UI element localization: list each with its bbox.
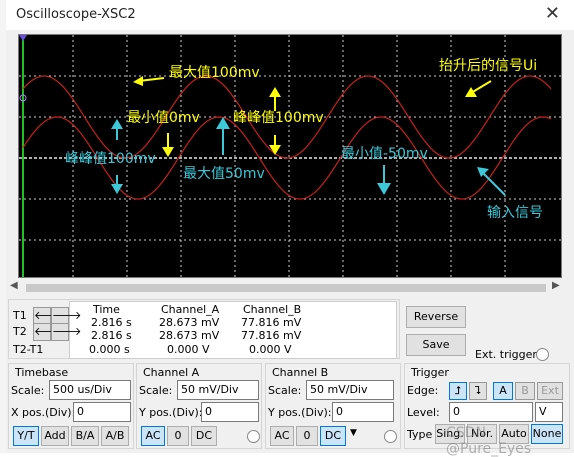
channel-b-ypos-input[interactable]: 0 (332, 402, 394, 422)
trigger-title: Trigger (411, 366, 449, 379)
readout-t2-b: 77.816 mV (241, 329, 302, 342)
watermark: CSDN @Pure_Eyes (446, 425, 532, 457)
trigger-level-label: Level: (407, 406, 440, 419)
horizontal-scrollbar[interactable]: ◀ ▶ (6, 280, 570, 296)
readout-header-a: Channel_A (161, 303, 220, 316)
annotation-raised-signal: 抬升后的信号Ui (439, 58, 538, 74)
row-label-t2: T2 (13, 325, 27, 338)
channel-b-scale-label: Scale: (268, 384, 302, 397)
readout-header-b: Channel_B (243, 303, 302, 316)
ext-trigger-label: Ext. trigger (475, 348, 537, 361)
readout-diff-time: 0.000 s (89, 343, 130, 356)
channel-b-ac-button[interactable]: AC (270, 426, 294, 446)
arrow-raised (470, 80, 492, 94)
row-label-t2-t1: T2-T1 (13, 343, 44, 356)
save-button[interactable]: Save (406, 334, 466, 356)
arrow-head-icon (377, 183, 391, 195)
readout-t2-time: 2.816 s (91, 329, 132, 342)
mode-ab-button[interactable]: A/B (101, 426, 129, 446)
timebase-scale-input[interactable]: 500 us/Div (49, 380, 131, 400)
timebase-scale-label: Scale: (11, 384, 45, 397)
cursor-t1-handle-icon[interactable] (19, 35, 27, 41)
channel-a-zero-button[interactable]: 0 (167, 426, 189, 446)
rising-edge-icon[interactable]: ⮥ (449, 382, 467, 400)
arrow-head-icon (111, 119, 123, 129)
mode-yt-button[interactable]: Y/T (13, 426, 39, 446)
channel-a-ypos-label: Y pos.(Div): (139, 406, 203, 419)
arrow-head-icon (162, 147, 174, 157)
dropdown-icon[interactable]: ▼ (350, 428, 357, 438)
annotation-min-neg50: 最小值-50mv (341, 146, 428, 162)
channel-a-title: Channel A (143, 366, 200, 379)
channel-b-scale-input[interactable]: 50 mV/Div (306, 380, 394, 400)
timebase-group: Timebase Scale: 500 us/Div X pos.(Div): … (8, 363, 134, 449)
source-ext-button[interactable]: Ext (537, 382, 563, 400)
scroll-thumb[interactable] (26, 284, 546, 292)
close-icon[interactable]: ✕ (545, 3, 560, 24)
source-a-button[interactable]: A (493, 382, 513, 400)
channel-a-group: Channel A Scale: 50 mV/Div Y pos.(Div): … (136, 363, 262, 449)
channel-a-ypos-input[interactable]: 0 (201, 402, 259, 422)
oscilloscope-window: Oscilloscope-XSC2 ✕ 最大值100mv 最小值0mv 峰峰值1… (6, 0, 574, 457)
arrow-head-icon (133, 76, 143, 86)
annotation-input-signal: 输入信号 (487, 205, 543, 221)
channel-a-scale-input[interactable]: 50 mV/Div (177, 380, 259, 400)
scroll-right-icon[interactable]: ▶ (552, 280, 560, 291)
timebase-xpos-input[interactable]: 0 (73, 402, 131, 422)
annotation-p2p-right: 峰峰值100mv (233, 110, 324, 126)
title-bar: Oscilloscope-XSC2 ✕ (6, 0, 574, 30)
trigger-level-input[interactable]: 0 (449, 402, 533, 422)
channel-a-radio[interactable] (247, 430, 260, 443)
readout-diff-b: 0.000 V (249, 343, 292, 356)
channel-b-title: Channel B (272, 366, 329, 379)
arrow-head-icon (111, 184, 123, 194)
mode-add-button[interactable]: Add (41, 426, 69, 446)
trigger-level-unit[interactable]: V (535, 402, 563, 422)
row-label-t1: T1 (13, 309, 27, 322)
readout-t1-b: 77.816 mV (241, 316, 302, 329)
readout-t1-time: 2.816 s (91, 316, 132, 329)
annotation-max-50: 最大值50mv (183, 166, 265, 182)
channel-b-group: Channel B Scale: 50 mV/Div Y pos.(Div): … (265, 363, 401, 449)
readout-diff-a: 0.000 V (167, 343, 210, 356)
trigger-type-label: Type (407, 428, 433, 441)
window-title: Oscilloscope-XSC2 (16, 7, 136, 22)
t2-right-arrow-icon[interactable]: 🡒 (51, 323, 82, 341)
annotation-arrows (111, 76, 506, 196)
t2-left-arrow-icon[interactable]: 🡐 (33, 323, 64, 341)
mode-ba-button[interactable]: B/A (71, 426, 99, 446)
arrow-head-icon (216, 117, 230, 129)
channel-a-ac-button[interactable]: AC (141, 426, 165, 446)
annotation-max-100: 最大值100mv (169, 65, 260, 81)
arrow-head-icon (269, 87, 281, 97)
source-b-button[interactable]: B (515, 382, 535, 400)
arrow-head-icon (465, 87, 477, 97)
cursor-readout-panel: Time Channel_A Channel_B T1 🡐 🡒 2.816 s … (8, 299, 400, 359)
channel-b-ypos-label: Y pos.(Div): (268, 406, 332, 419)
reverse-button[interactable]: Reverse (406, 306, 466, 328)
channel-b-radio[interactable] (384, 430, 397, 443)
channel-a-dc-button[interactable]: DC (191, 426, 217, 446)
falling-edge-icon[interactable]: ⮧ (469, 382, 487, 400)
trigger-edge-label: Edge: (407, 384, 439, 397)
scroll-left-icon[interactable]: ◀ (10, 280, 18, 291)
ext-trigger-radio[interactable] (536, 348, 549, 361)
arrow-input (482, 172, 506, 196)
timebase-title: Timebase (15, 366, 69, 379)
annotation-min-0: 最小值0mv (127, 110, 200, 126)
readout-t1-a: 28.673 mV (159, 316, 220, 329)
readout-header-time: Time (93, 303, 120, 316)
timebase-xpos-label: X pos.(Div): (11, 406, 76, 419)
annotation-p2p-left: 峰峰值100mv (65, 151, 156, 167)
channel-a-scale-label: Scale: (139, 384, 173, 397)
scope-display[interactable]: 最大值100mv 最小值0mv 峰峰值100mv 抬升后的信号Ui 峰峰值100… (18, 34, 562, 278)
arrow-head-icon (477, 167, 489, 177)
channel-b-dc-button[interactable]: DC (320, 426, 346, 446)
channel-b-zero-button[interactable]: 0 (296, 426, 318, 446)
readout-t2-a: 28.673 mV (159, 329, 220, 342)
